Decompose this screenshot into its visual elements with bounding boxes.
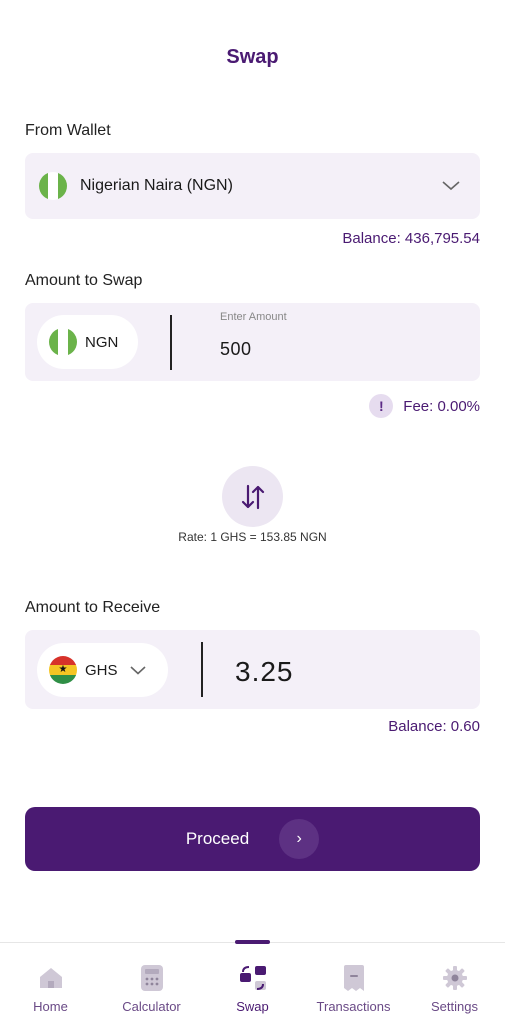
- amount-to-swap-field: NGN Enter Amount 500: [25, 303, 480, 381]
- amount-to-receive-field: ★ GHS 3.25: [25, 630, 480, 709]
- fee-text: Fee: 0.00%: [403, 397, 480, 415]
- nav-label-settings: Settings: [431, 999, 478, 1014]
- proceed-label: Proceed: [185, 829, 250, 848]
- receipt-icon: [343, 965, 364, 991]
- page-title: Swap: [226, 46, 279, 68]
- from-wallet-value: Nigerian Naira (NGN): [80, 177, 233, 194]
- nav-item-home[interactable]: Home: [0, 965, 101, 1014]
- nigeria-flag-icon: [39, 172, 67, 200]
- nav-item-settings[interactable]: Settings: [404, 965, 505, 1014]
- chevron-down-icon: [129, 665, 146, 675]
- fee-info: ! Fee: 0.00%: [369, 394, 480, 418]
- receive-amount-value: 3.25: [235, 656, 294, 687]
- swap-icon: [239, 966, 266, 990]
- exchange-rate: Rate: 1 GHS = 153.85 NGN: [178, 530, 327, 544]
- amount-input[interactable]: 500: [220, 339, 252, 360]
- gear-icon: [442, 966, 467, 990]
- amount-to-receive-label: Amount to Receive: [25, 599, 161, 616]
- from-wallet-balance: Balance: 436,795.54: [342, 230, 480, 247]
- swap-arrows-icon: [241, 484, 264, 509]
- from-wallet-label: From Wallet: [25, 122, 111, 139]
- chevron-right-icon: ›: [279, 819, 320, 859]
- nav-label-calculator: Calculator: [122, 999, 181, 1014]
- swap-currency-pill[interactable]: NGN: [37, 315, 138, 369]
- nav-item-transactions[interactable]: Transactions: [303, 965, 404, 1014]
- divider: [201, 642, 203, 697]
- nav-label-swap: Swap: [236, 999, 269, 1014]
- chevron-down-icon: [442, 181, 460, 191]
- proceed-button[interactable]: Proceed ›: [25, 807, 480, 871]
- swap-currency-code: NGN: [85, 333, 119, 351]
- receive-wallet-balance: Balance: 0.60: [388, 718, 480, 735]
- swap-direction-button[interactable]: [222, 466, 283, 527]
- nav-item-swap[interactable]: Swap: [202, 965, 303, 1014]
- nav-label-transactions: Transactions: [316, 999, 391, 1014]
- divider: [170, 315, 172, 370]
- receive-currency-select[interactable]: ★ GHS: [37, 643, 168, 697]
- amount-to-swap-label: Amount to Swap: [25, 272, 143, 289]
- ghana-flag-icon: ★: [49, 656, 77, 684]
- calculator-icon: [140, 965, 163, 991]
- bottom-nav: Home Calculator Swap Transactions Settin…: [0, 940, 505, 1024]
- receive-currency-code: GHS: [85, 661, 118, 679]
- info-exclamation-icon[interactable]: !: [369, 394, 394, 418]
- from-wallet-select[interactable]: Nigerian Naira (NGN): [25, 153, 480, 219]
- nigeria-flag-icon: [49, 328, 77, 356]
- active-tab-indicator: [235, 940, 270, 944]
- home-icon: [39, 968, 62, 988]
- nav-label-home: Home: [33, 999, 68, 1014]
- nav-item-calculator[interactable]: Calculator: [101, 965, 202, 1014]
- enter-amount-label: Enter Amount: [220, 311, 287, 323]
